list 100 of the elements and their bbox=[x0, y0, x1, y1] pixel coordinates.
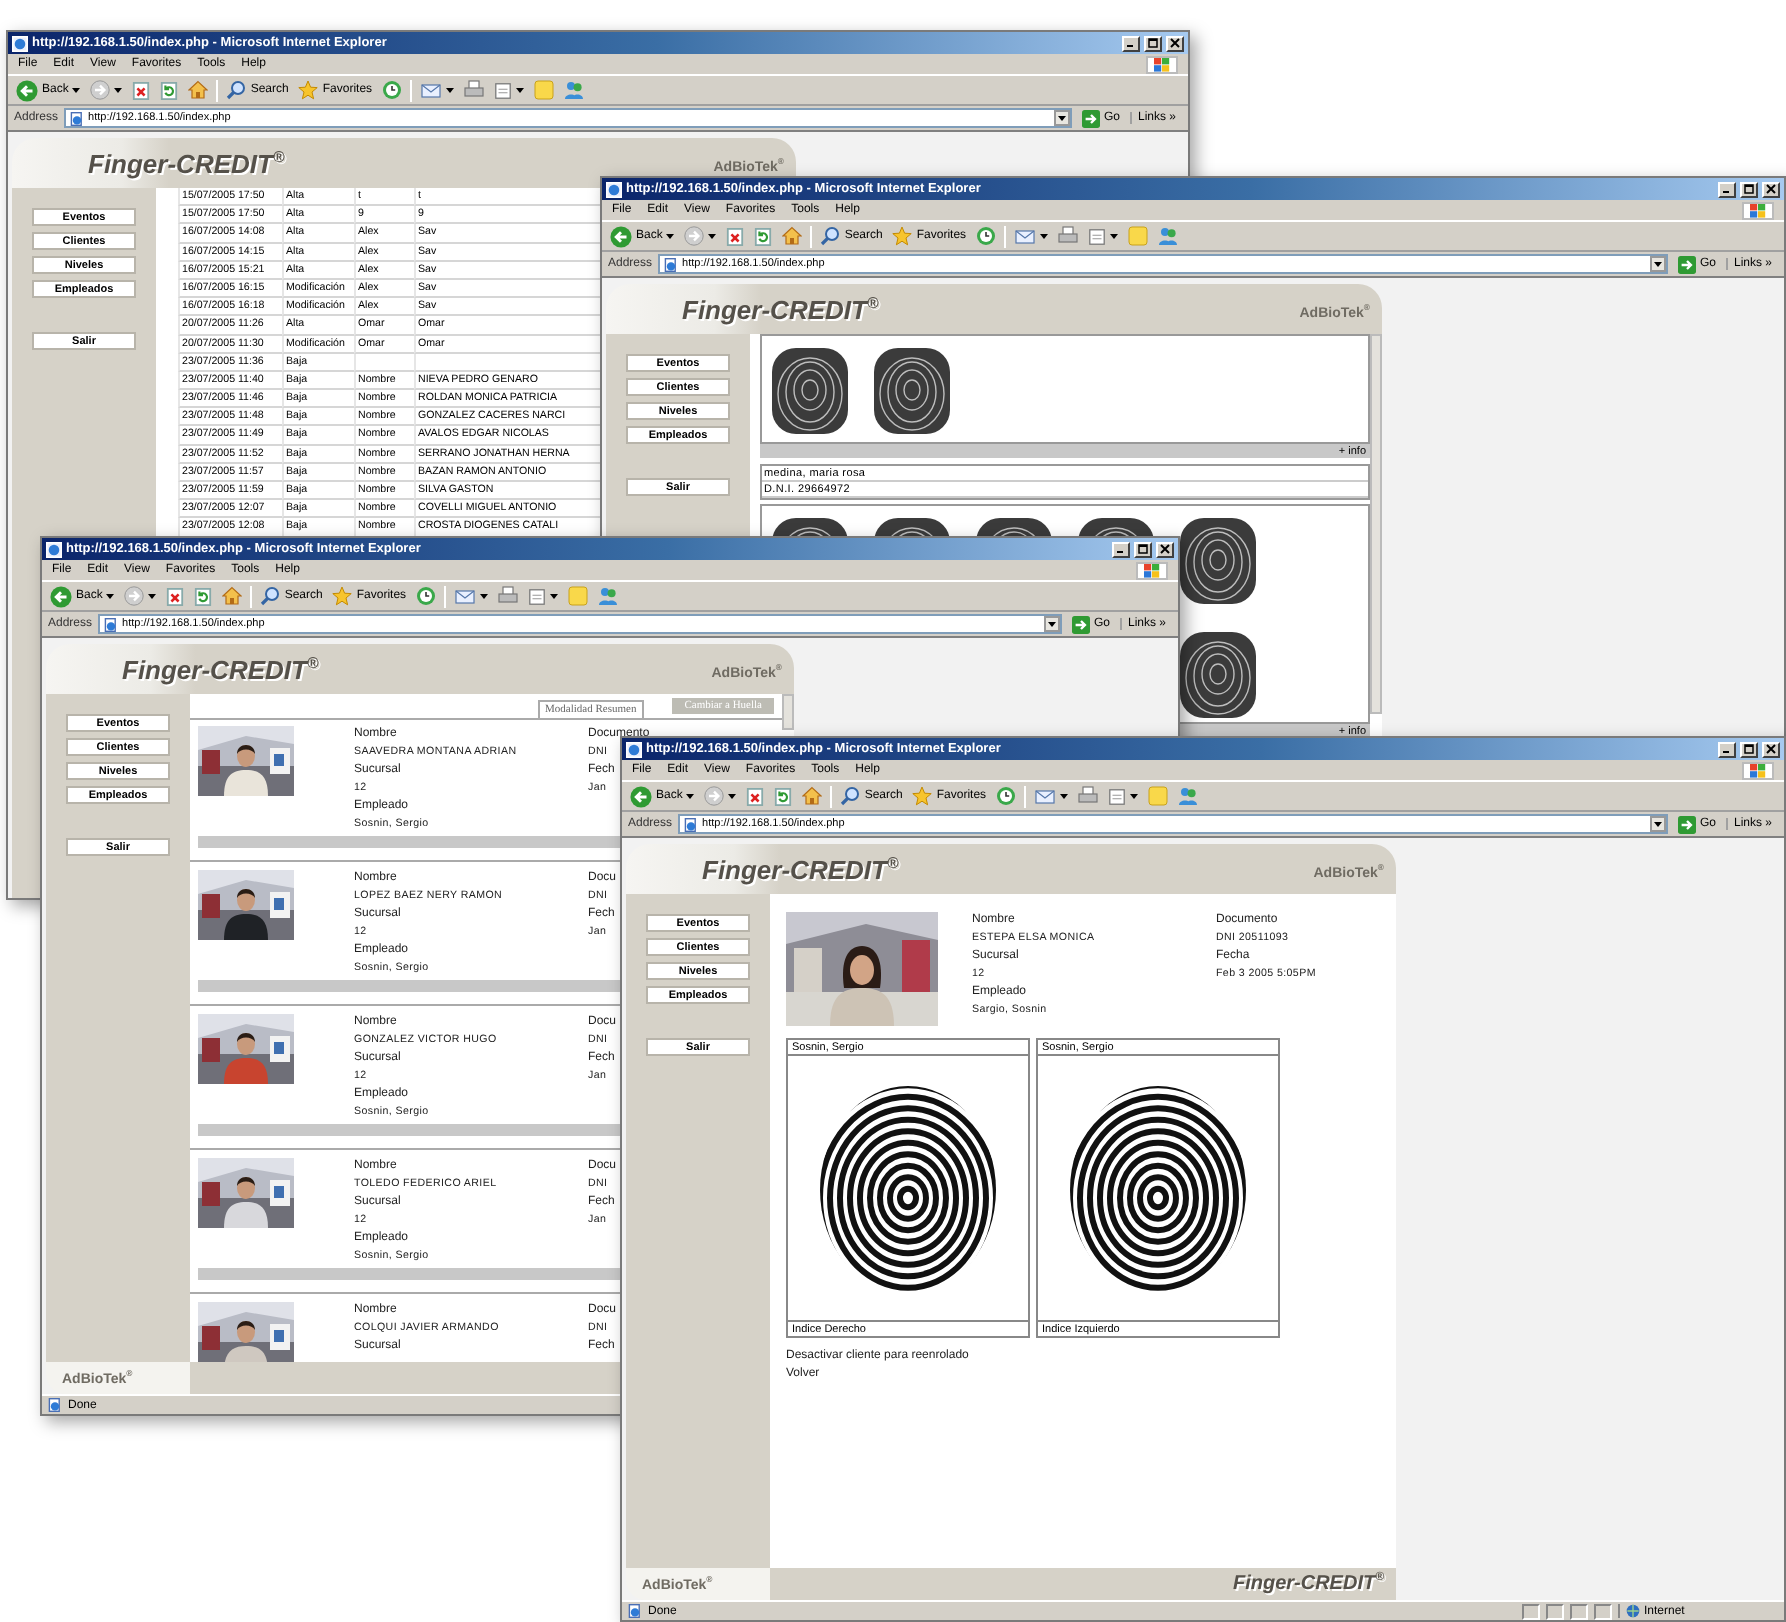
history-button[interactable] bbox=[414, 583, 439, 609]
app-logo: Finger-CREDIT$^{®}$ bbox=[122, 653, 319, 685]
refresh-icon bbox=[754, 227, 773, 245]
search-icon bbox=[260, 586, 281, 606]
maximize-button[interactable] bbox=[1740, 181, 1758, 197]
mail-icon bbox=[1034, 786, 1057, 806]
maximize-button[interactable] bbox=[1740, 741, 1758, 757]
clock-icon bbox=[996, 786, 1017, 806]
globe-icon bbox=[1626, 1604, 1640, 1618]
dropdown-button[interactable] bbox=[1043, 616, 1060, 632]
history-button[interactable] bbox=[994, 783, 1019, 809]
forward-button[interactable] bbox=[88, 77, 125, 103]
close-icon bbox=[1160, 544, 1170, 554]
refresh-button[interactable] bbox=[158, 77, 181, 103]
print-button[interactable] bbox=[496, 583, 521, 609]
edit-button[interactable] bbox=[492, 77, 527, 103]
dropdown-button[interactable] bbox=[1649, 816, 1666, 832]
history-button[interactable] bbox=[380, 77, 405, 103]
forward-button[interactable] bbox=[682, 223, 719, 249]
search-icon bbox=[840, 786, 861, 806]
caret-icon bbox=[708, 232, 717, 240]
fingerprint-drawing bbox=[1178, 516, 1258, 606]
people-icon bbox=[564, 80, 585, 100]
edit-button[interactable] bbox=[1086, 223, 1121, 249]
refresh-button[interactable] bbox=[752, 223, 775, 249]
maximize-button[interactable] bbox=[1134, 541, 1152, 557]
stop-icon bbox=[746, 787, 765, 805]
edit-button[interactable] bbox=[526, 583, 561, 609]
back-arrow-icon bbox=[630, 785, 652, 807]
app-logo: Finger-CREDIT$^{®}$ bbox=[88, 147, 285, 179]
home-button[interactable] bbox=[780, 223, 805, 249]
page-icon bbox=[684, 817, 699, 831]
home-button[interactable] bbox=[186, 77, 211, 103]
forward-arrow-icon bbox=[684, 226, 705, 246]
home-icon bbox=[782, 226, 803, 246]
note-icon bbox=[1148, 786, 1169, 806]
refresh-button[interactable] bbox=[772, 783, 795, 809]
home-icon bbox=[802, 786, 823, 806]
maximize-button[interactable] bbox=[1144, 35, 1162, 51]
dropdown-button[interactable] bbox=[1053, 110, 1070, 126]
refresh-icon bbox=[160, 81, 179, 99]
close-button[interactable] bbox=[1762, 741, 1780, 757]
app-logo: Finger-CREDIT$^{®}$ bbox=[682, 293, 879, 325]
caret-icon bbox=[516, 86, 525, 94]
forward-arrow-icon bbox=[704, 786, 725, 806]
close-button[interactable] bbox=[1762, 181, 1780, 197]
history-button[interactable] bbox=[974, 223, 999, 249]
caret-icon bbox=[728, 792, 737, 800]
home-button[interactable] bbox=[800, 783, 825, 809]
caret-icon bbox=[686, 792, 695, 800]
caret-icon bbox=[1040, 232, 1049, 240]
document-icon bbox=[1088, 227, 1107, 245]
caret-icon bbox=[666, 232, 675, 240]
print-button[interactable] bbox=[1076, 783, 1101, 809]
caret-icon bbox=[1047, 620, 1056, 628]
people-icon bbox=[1158, 226, 1179, 246]
minimize-button[interactable] bbox=[1718, 181, 1736, 197]
clock-icon bbox=[382, 80, 403, 100]
refresh-icon bbox=[194, 587, 213, 605]
refresh-button[interactable] bbox=[192, 583, 215, 609]
stop-button[interactable] bbox=[164, 583, 187, 609]
dropdown-button[interactable] bbox=[1649, 256, 1666, 272]
print-button[interactable] bbox=[462, 77, 487, 103]
table-cell bbox=[354, 353, 414, 372]
forward-button[interactable] bbox=[702, 783, 739, 809]
minimize-button[interactable] bbox=[1112, 541, 1130, 557]
go-arrow-icon bbox=[1081, 109, 1100, 127]
document-icon bbox=[1108, 787, 1127, 805]
forward-button[interactable] bbox=[122, 583, 159, 609]
caret-icon bbox=[114, 86, 123, 94]
minimize-button[interactable] bbox=[1718, 741, 1736, 757]
maximize-icon bbox=[1148, 38, 1158, 48]
caret-icon bbox=[106, 592, 115, 600]
people-icon bbox=[598, 586, 619, 606]
maximize-icon bbox=[1744, 184, 1754, 194]
star-icon bbox=[332, 586, 353, 606]
caret-icon bbox=[1653, 820, 1662, 828]
home-button[interactable] bbox=[220, 583, 245, 609]
minimize-button[interactable] bbox=[1122, 35, 1140, 51]
caret-icon bbox=[550, 592, 559, 600]
stop-button[interactable] bbox=[724, 223, 747, 249]
back-arrow-icon bbox=[610, 225, 632, 247]
search-icon bbox=[820, 226, 841, 246]
home-icon bbox=[222, 586, 243, 606]
stop-icon bbox=[132, 81, 151, 99]
close-button[interactable] bbox=[1156, 541, 1174, 557]
home-icon bbox=[188, 80, 209, 100]
printer-icon bbox=[498, 586, 519, 606]
browser-icon bbox=[626, 741, 642, 757]
close-button[interactable] bbox=[1166, 35, 1184, 51]
back-arrow-icon bbox=[50, 585, 72, 607]
caret-icon bbox=[1130, 792, 1139, 800]
note-icon bbox=[534, 80, 555, 100]
close-icon bbox=[1766, 744, 1776, 754]
browser-icon bbox=[46, 541, 62, 557]
stop-button[interactable] bbox=[744, 783, 767, 809]
print-button[interactable] bbox=[1056, 223, 1081, 249]
edit-button[interactable] bbox=[1106, 783, 1141, 809]
stop-button[interactable] bbox=[130, 77, 153, 103]
fingerprint-drawing bbox=[1178, 630, 1258, 720]
